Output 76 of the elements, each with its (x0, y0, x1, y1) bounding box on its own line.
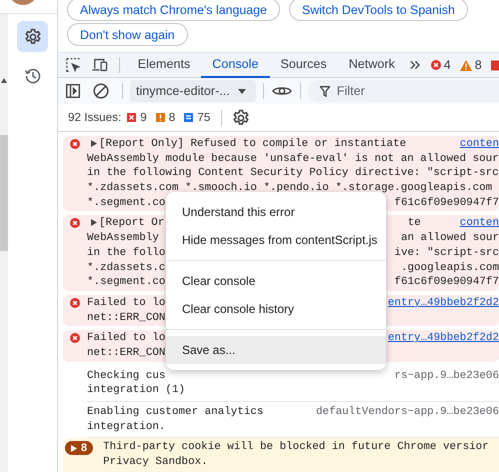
menu-item[interactable]: Understand this error (166, 198, 386, 226)
issue-count[interactable]: 75 (197, 111, 210, 124)
settings-icon[interactable] (232, 108, 250, 126)
console-text: *.zdassets.c (87, 260, 166, 276)
expand-triangle-icon[interactable] (91, 219, 97, 226)
error-icon (70, 139, 80, 149)
error-count[interactable]: 4 (444, 58, 451, 72)
console-text: *.segment.co (87, 275, 166, 290)
console-text: [Report Only] Refused to compile or instantiate (99, 137, 406, 152)
warning-icon (460, 60, 472, 70)
console-text: net::ERR_CON (87, 310, 166, 326)
console-text: .googleapis.com (400, 260, 499, 276)
eye-icon[interactable] (272, 85, 292, 97)
console-text: *.zdassets.com *.smooch.io *.pendo.io *.storage.googleapis.com (87, 181, 492, 196)
issue-count[interactable]: 9 (140, 111, 147, 124)
error-icon (70, 218, 80, 228)
caret-icon (238, 88, 246, 94)
expand-triangle-icon (71, 444, 77, 452)
console-text: net::ERR_CON (87, 346, 166, 361)
banner-button[interactable]: Always match Chrome's language (67, 0, 280, 21)
banner-button[interactable]: Don't show again (67, 23, 188, 46)
console-text: integration. (87, 420, 166, 434)
source-link[interactable]: entry…49bbeb2f2d2 (388, 296, 499, 311)
warning-count[interactable]: 8 (474, 58, 482, 72)
console-text: Checking cus (87, 368, 166, 384)
console-text: f61c6f09e90947f7 (394, 275, 499, 290)
more-tabs-icon[interactable] (410, 60, 421, 70)
console-text: in the follo (87, 246, 166, 260)
menu-item[interactable]: Clear console history (166, 295, 386, 323)
issues-label: 92 Issues: (68, 111, 122, 124)
issue-count[interactable]: 8 (168, 111, 176, 124)
console-text: [Report Or (99, 216, 164, 232)
console-text: f61c6f09e90947f7 (394, 196, 499, 210)
source-link[interactable]: defaultVendors~app.9…be23e06 (316, 405, 499, 420)
filter-field[interactable]: Filter (308, 80, 499, 102)
expand-triangle-icon[interactable] (91, 140, 97, 147)
console-text: Privacy Sandbox. (103, 455, 208, 470)
console-text: Enabling customer analytics (87, 405, 264, 420)
console-text: ive: "script-src (394, 246, 499, 260)
source-link[interactable]: conten (460, 137, 499, 152)
menu-item[interactable]: Save as... (166, 336, 386, 364)
sidebar-toggle-icon[interactable] (66, 84, 80, 98)
console-text: Third-party cookie will be blocked in future Chrome versior (103, 440, 489, 456)
context-dropdown[interactable]: tinymce-editor-... (130, 80, 256, 102)
filter-icon (320, 86, 330, 97)
console-text: WebAssembly (87, 231, 159, 246)
console-text: Failed to lo (87, 331, 166, 346)
error-icon (430, 60, 441, 70)
panel-tab[interactable]: Sources (270, 52, 338, 78)
menu-item[interactable]: Clear console (166, 267, 386, 295)
panel-tab[interactable]: Elements (126, 52, 202, 78)
device-icon[interactable] (92, 57, 108, 73)
console-text: in the following Content Security Policy directive: "script-src (87, 166, 499, 182)
sidebar-button[interactable] (17, 21, 48, 52)
issue-error-icon (127, 113, 136, 122)
console-text: *.segment.co (87, 196, 166, 210)
console-text: integration (1) (87, 383, 186, 398)
source-link[interactable]: entry…49bbeb2f2d2 (388, 331, 499, 346)
source-link[interactable]: conten (460, 216, 499, 232)
source-link[interactable]: rs~app.9…be23e06 (394, 368, 499, 384)
issue-info-icon (184, 113, 194, 122)
error-icon (70, 333, 80, 344)
issue-warning-icon (156, 113, 165, 122)
banner-button[interactable]: Switch DevTools to Spanish (288, 0, 468, 21)
panel-tab[interactable]: Network (338, 52, 406, 78)
history-icon (24, 66, 42, 84)
inspect-icon[interactable] (66, 57, 81, 73)
console-text: te (408, 216, 421, 232)
console-text: Failed to lo (87, 296, 166, 311)
menu-item[interactable]: Hide messages from contentScript.js (166, 226, 386, 254)
console-text: WebAssembly module because 'unsafe-eval' is not an allowed sour (87, 152, 499, 166)
settings-icon (24, 28, 42, 46)
group-count-badge[interactable]: 8 (65, 441, 94, 456)
console-text: an allowed sour (400, 231, 499, 246)
error-icon (70, 298, 80, 308)
clear-icon[interactable] (93, 83, 109, 99)
